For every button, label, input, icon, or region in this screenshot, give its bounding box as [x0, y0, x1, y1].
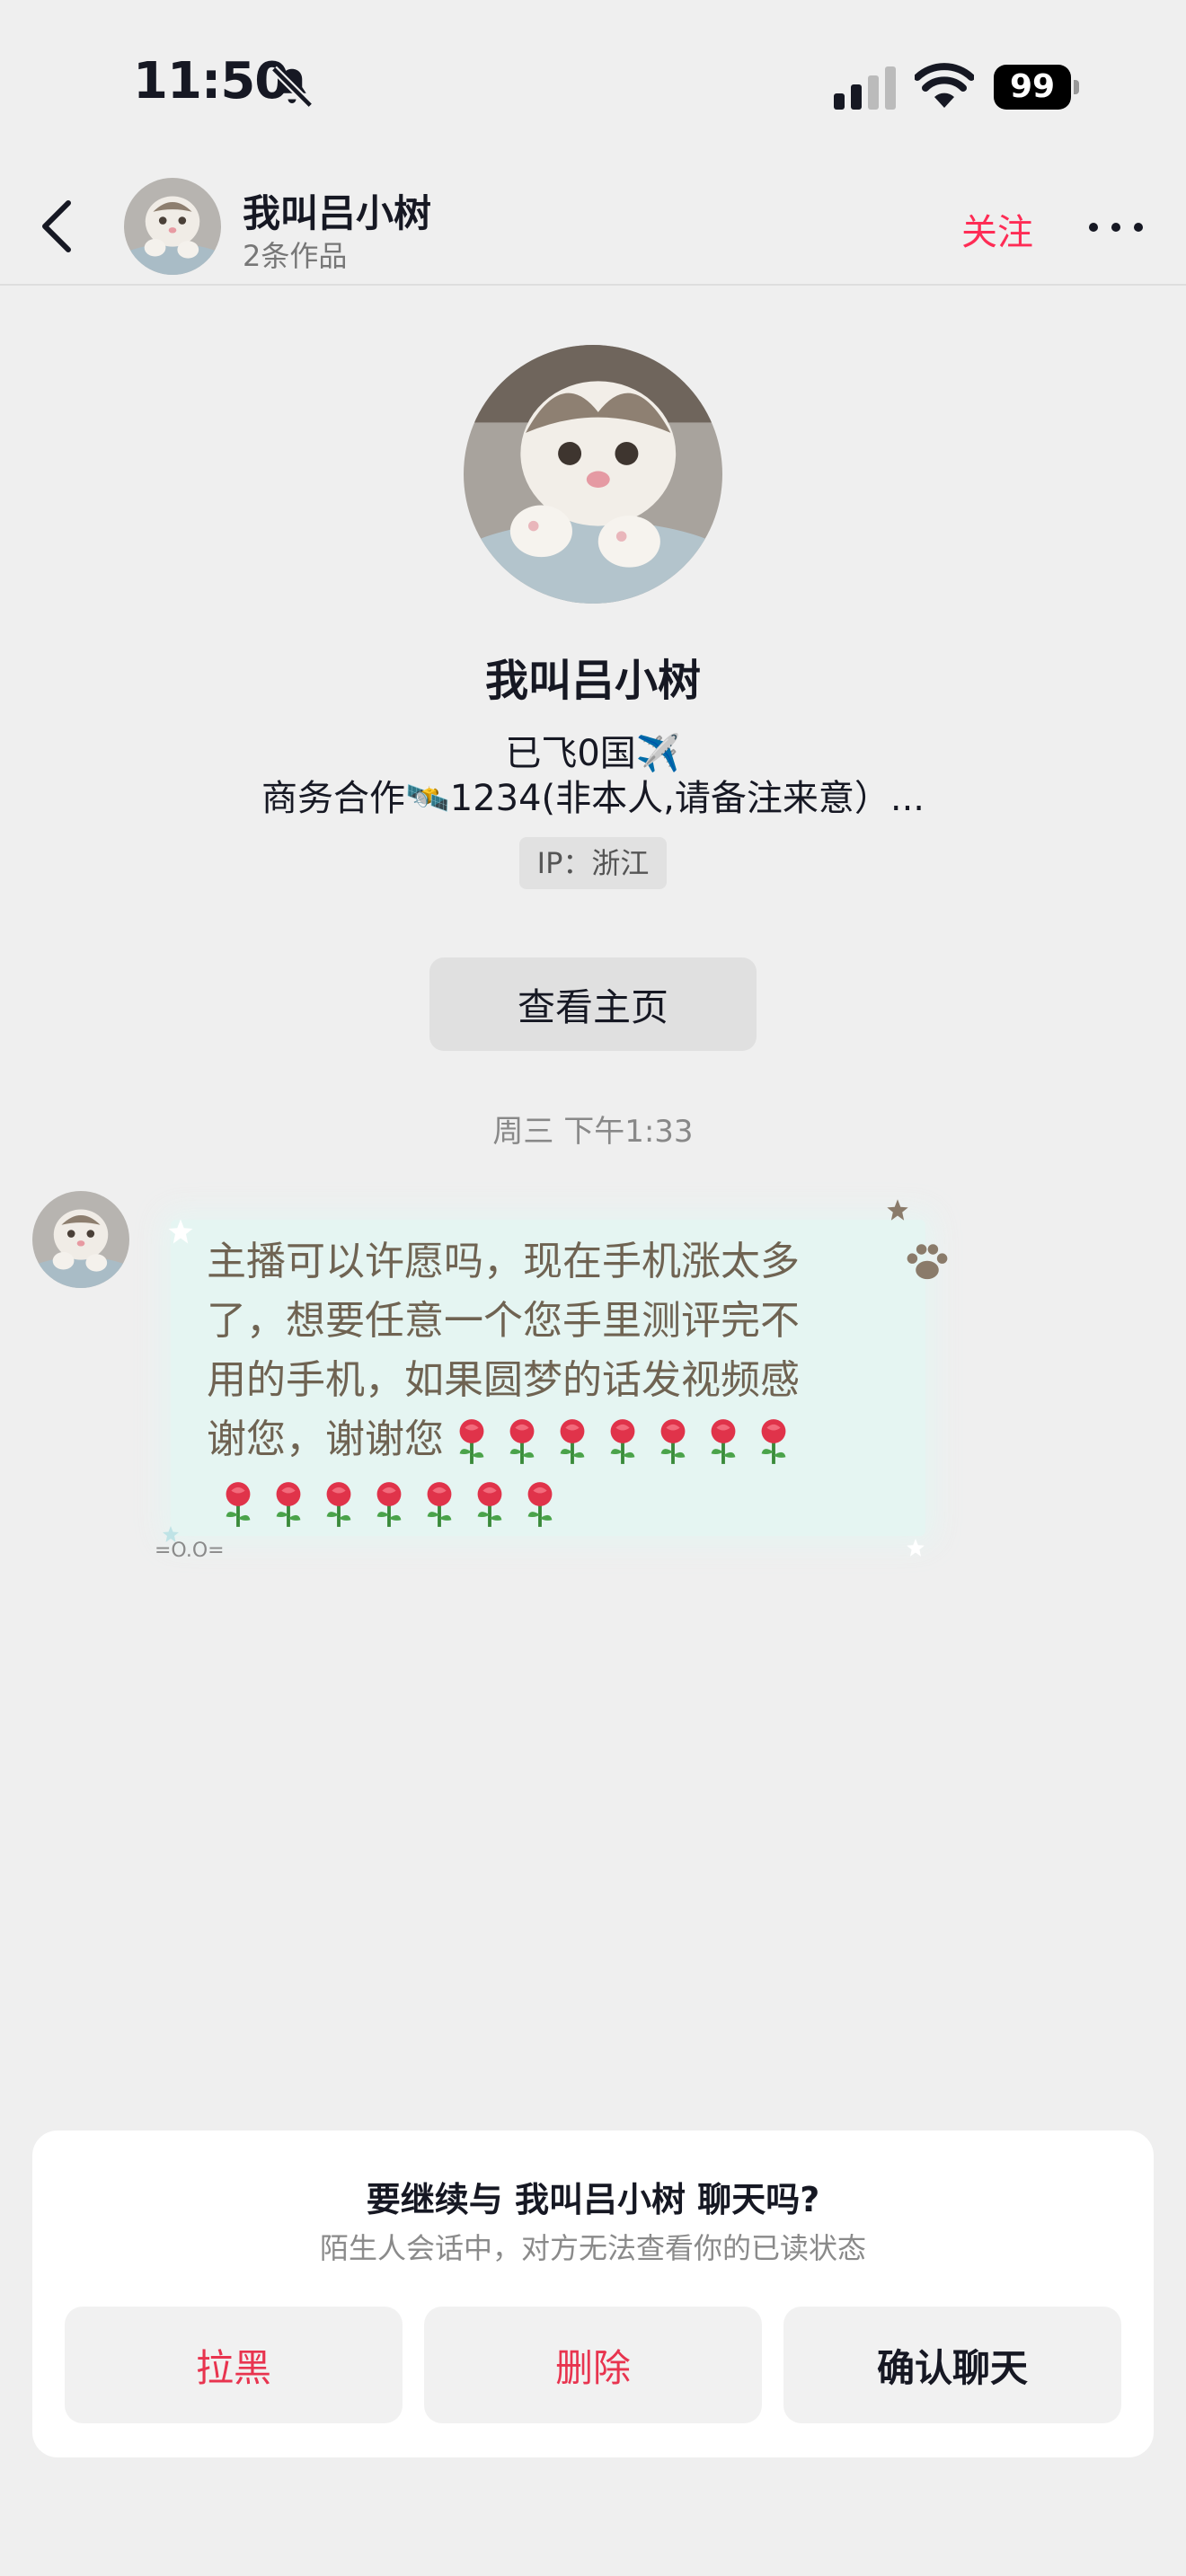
rose-icon — [753, 1417, 794, 1466]
profile-username: 我叫吕小树 — [484, 656, 701, 706]
prompt-subtitle: 陌生人会话中，对方无法查看你的已读状态 — [319, 2231, 866, 2265]
follow-button[interactable]: 关注 — [961, 203, 1033, 255]
chat-header: 我叫吕小树 2条作品 关注 — [0, 162, 1186, 286]
status-time: 11:50 — [133, 52, 289, 110]
prompt-title: 要继续与 我叫吕小树 聊天吗? — [366, 2180, 820, 2219]
rose-icon — [469, 1480, 510, 1529]
rose-icon — [451, 1417, 492, 1466]
message-line: 用的手机，如果圆梦的话发视频感 — [207, 1357, 800, 1403]
cellular-signal-icon — [834, 66, 896, 110]
rose-icon — [703, 1417, 744, 1466]
message-line: 谢您，谢谢您 — [207, 1410, 907, 1469]
more-options-icon[interactable] — [1087, 208, 1145, 244]
star-decoration-icon — [887, 1199, 908, 1221]
wifi-icon — [915, 63, 974, 108]
rose-icon — [217, 1480, 259, 1529]
rose-icon — [519, 1480, 561, 1529]
rose-icon — [501, 1417, 543, 1466]
rose-emoji-row — [217, 1479, 570, 1527]
message-line: 了，想要任意一个您手里测评完不 — [207, 1298, 800, 1344]
sender-avatar[interactable] — [32, 1191, 129, 1288]
paw-decoration-icon — [907, 1244, 948, 1280]
rose-icon — [419, 1480, 460, 1529]
rose-icon — [368, 1480, 410, 1529]
battery-icon: 99 — [994, 65, 1080, 110]
rose-icon — [652, 1417, 694, 1466]
message-decoration-text: =O.O= — [155, 1539, 225, 1562]
message-line: 主播可以许愿吗，现在手机涨太多 — [207, 1239, 800, 1284]
star-decoration-icon — [168, 1219, 193, 1244]
delete-button[interactable]: 删除 — [424, 2307, 762, 2423]
header-avatar[interactable] — [124, 178, 221, 275]
battery-level: 99 — [994, 65, 1071, 110]
confirm-chat-button[interactable]: 确认聊天 — [783, 2307, 1121, 2423]
rose-icon — [552, 1417, 593, 1466]
rose-icon — [602, 1417, 643, 1466]
block-button[interactable]: 拉黑 — [65, 2307, 403, 2423]
message-timestamp: 周三 下午1:33 — [492, 1114, 694, 1150]
rose-emoji-row — [451, 1416, 803, 1464]
ip-location-badge: IP：浙江 — [519, 837, 667, 889]
rose-icon — [318, 1480, 359, 1529]
view-homepage-button[interactable]: 查看主页 — [429, 957, 757, 1051]
stranger-chat-prompt: 要继续与 我叫吕小树 聊天吗? 陌生人会话中，对方无法查看你的已读状态 拉黑 删… — [32, 2130, 1154, 2457]
back-arrow-icon[interactable] — [36, 198, 79, 255]
profile-avatar[interactable] — [464, 345, 722, 604]
star-decoration-icon — [907, 1539, 925, 1557]
message-line — [207, 1473, 907, 1532]
bell-muted-icon — [270, 66, 314, 109]
header-works-count: 2条作品 — [243, 239, 348, 273]
message-text: 主播可以许愿吗，现在手机涨太多 了，想要任意一个您手里测评完不 用的手机，如果圆… — [207, 1232, 907, 1532]
header-username[interactable]: 我叫吕小树 — [243, 183, 431, 238]
message-line-text: 谢您，谢谢您 — [207, 1416, 444, 1462]
profile-bio-line2: 商务合作🛰️1234(非本人,请备注来意）... — [261, 778, 925, 819]
rose-icon — [268, 1480, 309, 1529]
